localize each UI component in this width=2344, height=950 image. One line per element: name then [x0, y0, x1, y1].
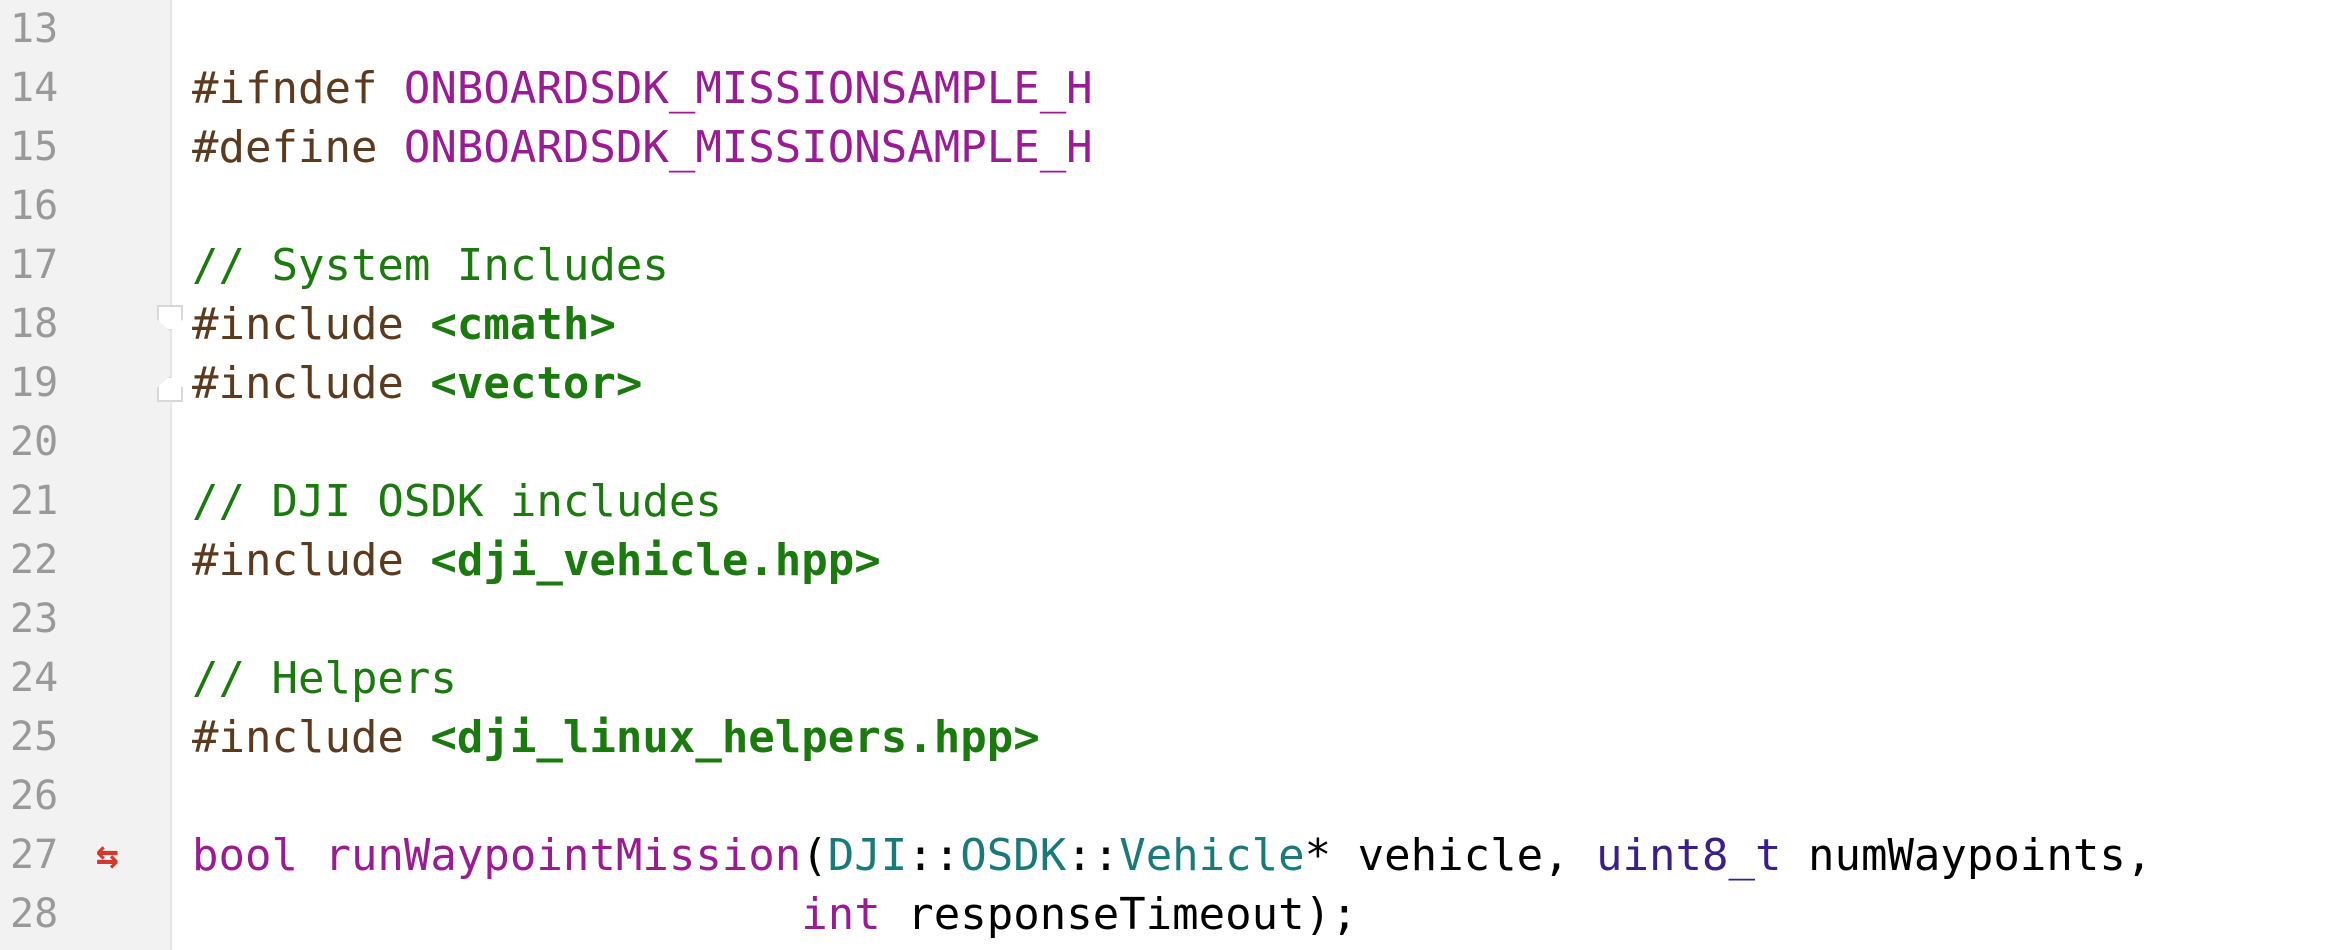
code-token-header: <dji_vehicle.hpp> — [430, 535, 881, 586]
code-token-header: <cmath> — [430, 299, 616, 350]
code-token-header: <dji_linux_helpers.hpp> — [430, 712, 1040, 763]
code-text: #include <vector> — [192, 354, 642, 413]
line-number: 17 — [10, 242, 59, 288]
line-number: 13 — [10, 6, 59, 52]
code-line[interactable]: 17 // System Includes — [0, 236, 2344, 295]
line-number: 21 — [10, 478, 59, 524]
code-token-directive: #include — [192, 299, 431, 350]
code-token-plain: * vehicle, — [1304, 830, 1597, 881]
code-token-comment: // Helpers — [192, 653, 457, 704]
line-number: 19 — [10, 360, 59, 406]
code-text: // Helpers — [192, 649, 457, 708]
code-text: #include <dji_linux_helpers.hpp> — [192, 708, 1040, 767]
code-line[interactable]: 23 — [0, 590, 2344, 649]
code-line[interactable]: 28 int responseTimeout); — [0, 885, 2344, 944]
code-token-macro: ONBOARDSDK_MISSIONSAMPLE_H — [403, 63, 1093, 114]
code-token-comment: // DJI OSDK includes — [192, 476, 722, 527]
code-token-plain: numWaypoints, — [1781, 830, 2153, 881]
code-line[interactable]: 20 — [0, 413, 2344, 472]
code-token-ns: Vehicle — [1119, 830, 1305, 881]
code-text: #ifndef ONBOARDSDK_MISSIONSAMPLE_H — [192, 59, 1093, 118]
code-token-header: <vector> — [430, 358, 643, 409]
code-line[interactable]: 14 #ifndef ONBOARDSDK_MISSIONSAMPLE_H — [0, 59, 2344, 118]
line-number: 20 — [10, 419, 59, 465]
code-line[interactable]: 26 — [0, 767, 2344, 826]
code-line[interactable]: 16 — [0, 177, 2344, 236]
code-token-directive: #include — [192, 358, 431, 409]
code-token-directive: #include — [192, 535, 431, 586]
code-token-ns: OSDK — [960, 830, 1067, 881]
code-line[interactable]: 19 #include <vector> — [0, 354, 2344, 413]
line-number: 14 — [10, 65, 59, 111]
code-token-type: uint8_t — [1596, 830, 1782, 881]
code-text: #define ONBOARDSDK_MISSIONSAMPLE_H — [192, 118, 1093, 177]
code-token-plain: :: — [1066, 830, 1120, 881]
code-token-macro: ONBOARDSDK_MISSIONSAMPLE_H — [403, 122, 1093, 173]
code-token-func: runWaypointMission — [324, 830, 802, 881]
code-text: // DJI OSDK includes — [192, 472, 722, 531]
code-line[interactable]: 18 #include <cmath> — [0, 295, 2344, 354]
code-text: // System Includes — [192, 236, 669, 295]
code-token-plain: :: — [907, 830, 961, 881]
implementation-swap-icon[interactable]: ⇆ — [96, 826, 119, 885]
code-token-directive: #ifndef — [192, 63, 404, 114]
code-text: #include <dji_vehicle.hpp> — [192, 531, 881, 590]
line-number: 16 — [10, 183, 59, 229]
line-number: 24 — [10, 655, 59, 701]
line-number: 25 — [10, 714, 59, 760]
code-line[interactable]: 24 // Helpers — [0, 649, 2344, 708]
code-editor[interactable]: 13 14 #ifndef ONBOARDSDK_MISSIONSAMPLE_H 15… — [0, 0, 2344, 950]
code-line[interactable]: 13 — [0, 0, 2344, 59]
code-token-directive: #define — [192, 122, 404, 173]
fold-marker-icon[interactable] — [157, 376, 183, 402]
code-token-plain: ( — [801, 830, 828, 881]
line-number: 23 — [10, 596, 59, 642]
code-line[interactable]: 27 ⇆ bool runWaypointMission(DJI::OSDK::Ve… — [0, 826, 2344, 885]
line-number: 26 — [10, 773, 59, 819]
code-text: int responseTimeout); — [192, 885, 1358, 944]
code-line[interactable]: 25 #include <dji_linux_helpers.hpp> — [0, 708, 2344, 767]
code-line[interactable]: 21 // DJI OSDK includes — [0, 472, 2344, 531]
fold-marker-icon[interactable] — [157, 305, 183, 331]
code-token-plain: responseTimeout); — [880, 889, 1358, 940]
code-token-ns: DJI — [827, 830, 908, 881]
line-number: 27 — [10, 832, 59, 878]
code-line[interactable]: 15 #define ONBOARDSDK_MISSIONSAMPLE_H — [0, 118, 2344, 177]
code-token-keyword: bool — [192, 830, 325, 881]
line-number: 15 — [10, 124, 59, 170]
line-number: 28 — [10, 891, 59, 937]
code-text: bool runWaypointMission(DJI::OSDK::Vehic… — [192, 826, 2152, 885]
line-number: 18 — [10, 301, 59, 347]
code-token-keyword: int — [801, 889, 881, 940]
line-number: 22 — [10, 537, 59, 583]
code-token-directive: #include — [192, 712, 431, 763]
code-line[interactable]: 22 #include <dji_vehicle.hpp> — [0, 531, 2344, 590]
code-token-comment: // System Includes — [192, 240, 669, 291]
code-text: #include <cmath> — [192, 295, 616, 354]
